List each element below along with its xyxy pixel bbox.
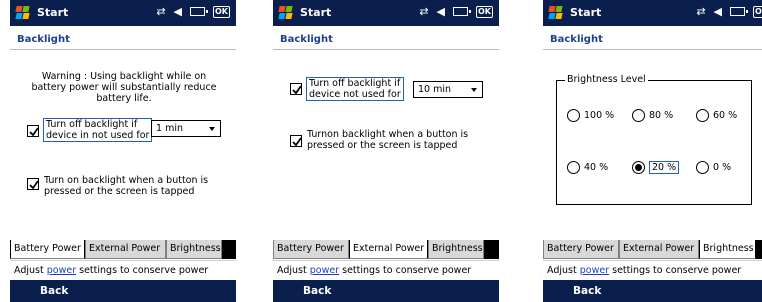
footer-hint: Adjust power settings to conserve power [10,260,236,279]
tab-battery-power[interactable]: Battery Power [543,240,619,259]
title-bar: Start ⇄ ◀ OK [273,0,499,26]
radio-80[interactable]: 80 % [632,109,673,122]
tab-strip: Battery Power External Power Brightness [543,240,762,259]
title-bar: Start ⇄ ◀ OK [10,0,236,26]
radio-button-icon [567,161,580,174]
chevron-down-icon [209,127,215,131]
radio-button-icon [567,109,580,122]
battery-icon[interactable] [190,7,208,16]
turn-off-label[interactable]: Turn off backlight if device not used fo… [306,77,404,101]
turn-on-checkbox[interactable] [27,178,39,190]
back-button[interactable]: Back [303,285,331,297]
timeout-dropdown[interactable]: 1 min [151,120,221,137]
turn-on-checkbox[interactable] [290,135,302,147]
group-label: Brightness Level [565,74,648,85]
status-icons: ⇄ ◀ OK [696,5,762,18]
status-icons: ⇄ ◀ OK [156,5,230,18]
windows-flag-icon[interactable] [15,6,30,20]
title-bar: Start ⇄ ◀ OK [543,0,762,26]
ok-icon[interactable]: OK [476,5,493,18]
start-label[interactable]: Start [37,6,68,19]
power-link[interactable]: power [310,265,339,276]
speaker-icon[interactable]: ◀ [174,5,182,18]
checkmark-icon [292,137,302,147]
content-area: Brightness Level 100 % 80 % 60 % 40 % 20… [543,51,762,240]
tab-battery-power[interactable]: Battery Power [273,240,349,259]
radio-40[interactable]: 40 % [567,161,608,174]
power-link[interactable]: power [47,265,76,276]
checkmark-icon [29,180,39,190]
tab-strip: Battery Power External Power Brightness [10,240,236,259]
connectivity-icon[interactable]: ⇄ [419,5,428,18]
timeout-dropdown[interactable]: 10 min [413,81,483,98]
screen-brightness: Start ⇄ ◀ OK Backlight Brightness Level … [543,0,762,302]
speaker-icon[interactable]: ◀ [437,5,445,18]
checkmark-icon [292,85,302,95]
radio-button-icon [632,109,645,122]
turn-off-checkbox[interactable] [27,125,39,137]
footer-hint: Adjust power settings to conserve power [543,260,762,279]
radio-100[interactable]: 100 % [567,109,614,122]
screen-battery-power: Start ⇄ ◀ OK Backlight Warning : Using b… [10,0,236,302]
radio-button-selected-icon [632,161,645,174]
back-button[interactable]: Back [573,285,601,297]
windows-flag-icon[interactable] [278,6,293,20]
radio-button-icon [696,161,709,174]
tab-brightness[interactable]: Brightness [428,240,484,259]
connectivity-icon[interactable]: ⇄ [696,5,705,18]
turn-off-label[interactable]: Turn off backlight if device in not used… [43,118,153,142]
tab-external-power[interactable]: External Power [619,240,699,259]
tab-strip: Battery Power External Power Brightness [273,240,499,259]
page-title: Backlight [10,26,236,50]
power-link[interactable]: power [580,265,609,276]
radio-20[interactable]: 20 % [632,161,680,174]
back-button[interactable]: Back [40,285,68,297]
softkey-bar: Back [543,280,762,302]
tab-brightness[interactable]: Brightness [699,240,756,259]
radio-0[interactable]: 0 % [696,161,731,174]
content-area: Warning : Using backlight while on batte… [10,51,236,240]
page-title: Backlight [273,26,499,50]
connectivity-icon[interactable]: ⇄ [156,5,165,18]
tab-external-power[interactable]: External Power [85,240,166,259]
page-title: Backlight [543,26,762,50]
footer-hint: Adjust power settings to conserve power [273,260,499,279]
tab-battery-power[interactable]: Battery Power [10,240,85,259]
checkmark-icon [29,127,39,137]
battery-icon[interactable] [453,7,471,16]
ok-icon[interactable]: OK [213,5,230,18]
screen-external-power: Start ⇄ ◀ OK Backlight Turn off backligh… [273,0,499,302]
start-label[interactable]: Start [300,6,331,19]
radio-button-icon [696,109,709,122]
turn-on-label[interactable]: Turn on backlight when a button is press… [44,175,208,197]
softkey-bar: Back [273,280,499,302]
battery-warning: Warning : Using backlight while on batte… [31,71,217,104]
radio-60[interactable]: 60 % [696,109,737,122]
content-area: Turn off backlight if device not used fo… [273,51,499,240]
turn-on-label[interactable]: Turnon backlight when a button is presse… [307,129,468,151]
ok-icon[interactable]: OK [753,5,762,18]
start-label[interactable]: Start [570,6,601,19]
tab-external-power[interactable]: External Power [349,240,428,259]
battery-icon[interactable] [730,7,748,16]
softkey-bar: Back [10,280,236,302]
brightness-level-group: Brightness Level 100 % 80 % 60 % 40 % 20… [556,74,752,205]
speaker-icon[interactable]: ◀ [714,5,722,18]
status-icons: ⇄ ◀ OK [419,5,493,18]
turn-off-checkbox[interactable] [290,83,302,95]
tab-brightness[interactable]: Brightness [166,240,222,259]
chevron-down-icon [471,88,477,92]
windows-flag-icon[interactable] [548,6,563,20]
